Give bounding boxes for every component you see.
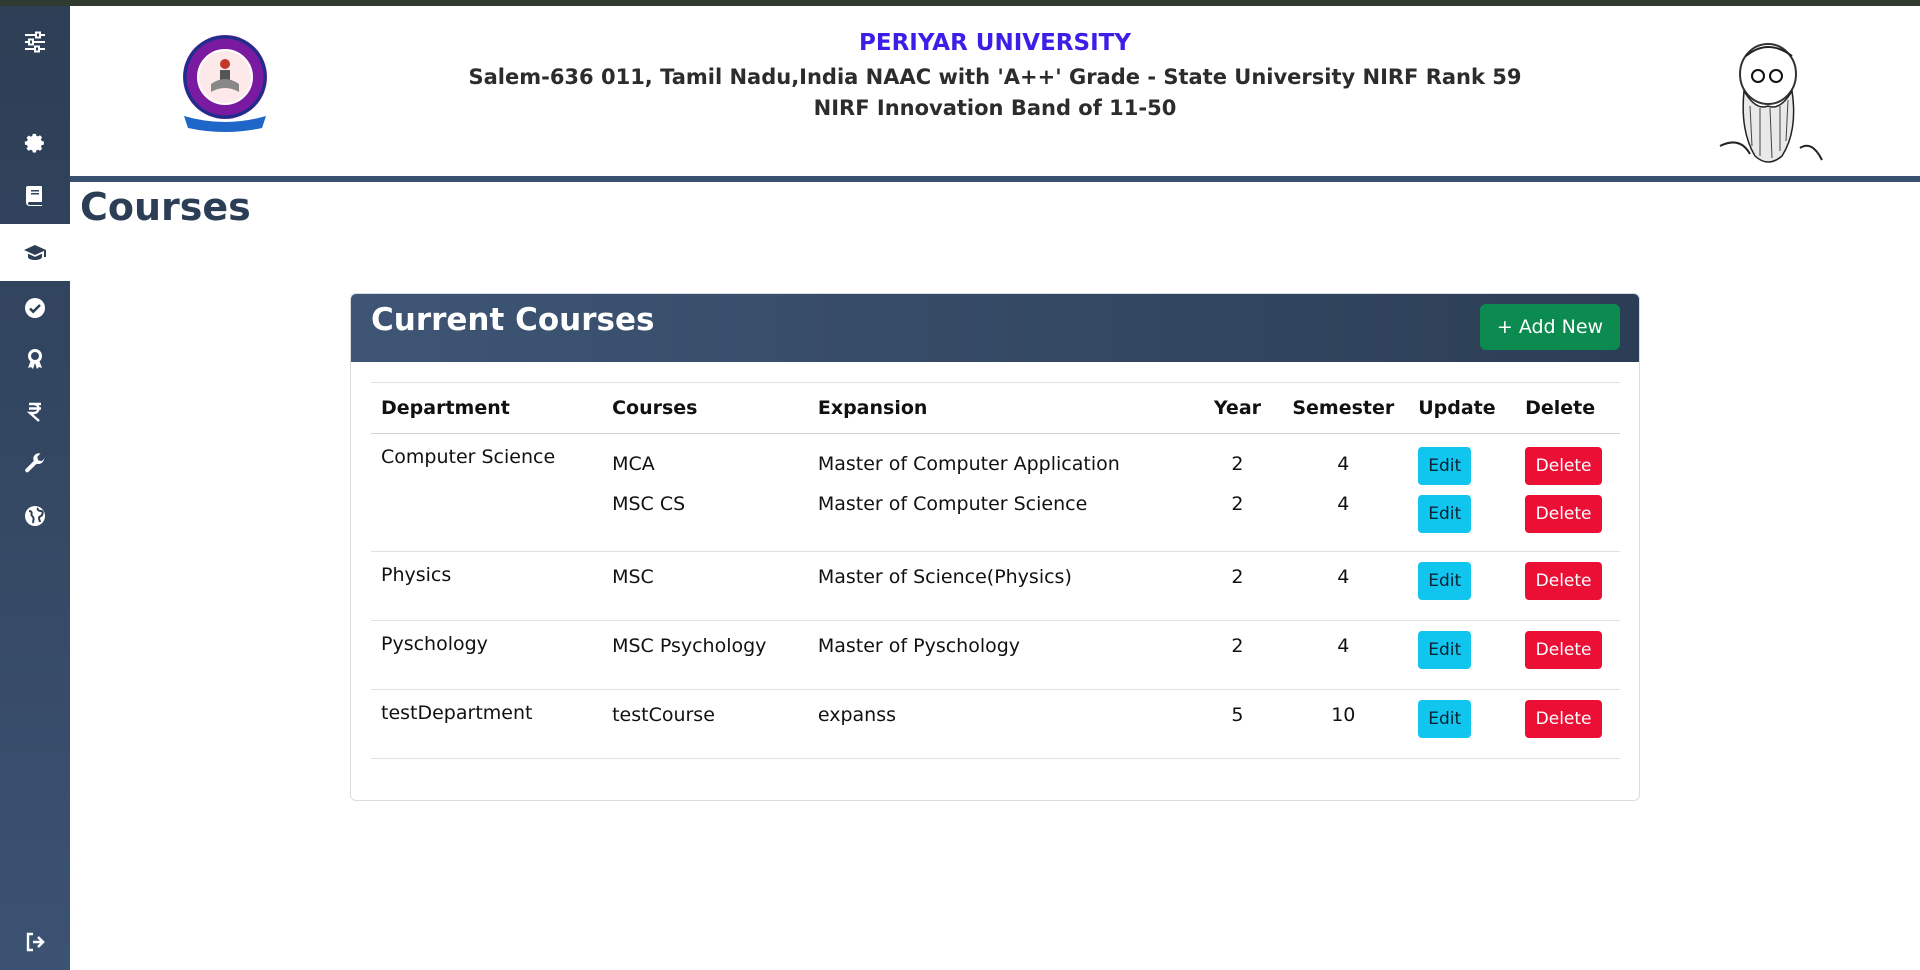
- courses-table: Department Courses Expansion Year Semest…: [371, 382, 1620, 759]
- delete-button[interactable]: Delete: [1525, 495, 1603, 533]
- course-code: MSC CS: [612, 493, 686, 515]
- sliders-icon[interactable]: [0, 22, 70, 62]
- course-year: 5: [1196, 689, 1279, 759]
- gear-icon[interactable]: [0, 124, 70, 164]
- semester-cell: 4 4: [1278, 433, 1409, 552]
- course-code: MSC Psychology: [602, 620, 808, 690]
- courses-card: Current Courses + Add New Department Cou…: [350, 293, 1640, 801]
- delete-cell: Delete: [1515, 620, 1620, 690]
- delete-cell: Delete Delete: [1515, 433, 1620, 552]
- department-cell: Pyschology: [371, 620, 603, 690]
- department-cell: Physics: [371, 551, 603, 621]
- update-cell: Edit: [1408, 551, 1516, 621]
- course-semester: 10: [1278, 689, 1409, 759]
- course-expansion: Master of Computer Application: [817, 453, 1120, 475]
- update-cell: Edit: [1408, 620, 1516, 690]
- course-expansion: expanss: [807, 689, 1197, 759]
- rupee-icon[interactable]: [0, 392, 70, 432]
- header-year: Year: [1196, 382, 1279, 434]
- course-year: 2: [1231, 453, 1244, 475]
- course-expansion: Master of Science(Physics): [807, 551, 1197, 621]
- expansion-cell: Master of Computer Application Master of…: [807, 433, 1197, 552]
- edit-button[interactable]: Edit: [1418, 447, 1472, 485]
- card-title: Current Courses: [371, 302, 655, 338]
- delete-button[interactable]: Delete: [1525, 562, 1603, 600]
- header-department: Department: [371, 382, 603, 434]
- university-ranking: NIRF Innovation Band of 11-50: [813, 96, 1177, 120]
- course-year: 2: [1196, 551, 1279, 621]
- course-semester: 4: [1278, 620, 1409, 690]
- edit-button[interactable]: Edit: [1418, 562, 1472, 600]
- course-semester: 4: [1278, 551, 1409, 621]
- delete-button[interactable]: Delete: [1525, 700, 1603, 738]
- edit-button[interactable]: Edit: [1418, 700, 1472, 738]
- wrench-icon[interactable]: [0, 444, 70, 484]
- page-title: Courses: [80, 185, 251, 229]
- course-code: MSC: [602, 551, 808, 621]
- update-cell: Edit: [1408, 689, 1516, 759]
- table-row: Physics MSC Master of Science(Physics) 2…: [371, 551, 1620, 621]
- course-code: testCourse: [602, 689, 808, 759]
- card-header: Current Courses + Add New: [351, 294, 1639, 362]
- course-year: 2: [1196, 620, 1279, 690]
- delete-button[interactable]: Delete: [1525, 447, 1603, 485]
- book-icon[interactable]: [0, 176, 70, 216]
- course-expansion: Master of Pyschology: [807, 620, 1197, 690]
- founder-portrait: [1710, 36, 1825, 170]
- header-semester: Semester: [1278, 382, 1409, 434]
- table-row: testDepartment testCourse expanss 5 10 E…: [371, 689, 1620, 759]
- check-circle-icon[interactable]: [0, 288, 70, 328]
- university-name: PERIYAR UNIVERSITY: [859, 30, 1131, 56]
- courses-cell: MCA MSC CS: [602, 433, 808, 552]
- award-ribbon-icon[interactable]: [0, 340, 70, 380]
- delete-button[interactable]: Delete: [1525, 631, 1603, 669]
- globe-icon[interactable]: [0, 496, 70, 536]
- table-row: Computer Science MCA MSC CS Master of Co…: [371, 433, 1620, 552]
- course-semester: 4: [1337, 493, 1350, 515]
- page-header: PERIYAR UNIVERSITY Salem-636 011, Tamil …: [70, 6, 1920, 182]
- table-row: Pyschology MSC Psychology Master of Pysc…: [371, 620, 1620, 690]
- sign-out-icon[interactable]: [0, 922, 70, 962]
- edit-button[interactable]: Edit: [1418, 495, 1472, 533]
- course-expansion: Master of Computer Science: [817, 493, 1088, 515]
- sidebar: [0, 6, 70, 970]
- delete-cell: Delete: [1515, 689, 1620, 759]
- header-expansion: Expansion: [807, 382, 1197, 434]
- header-delete: Delete: [1515, 382, 1620, 434]
- course-year: 2: [1231, 493, 1244, 515]
- university-address: Salem-636 011, Tamil Nadu,India NAAC wit…: [468, 65, 1522, 89]
- department-cell: testDepartment: [371, 689, 603, 759]
- course-semester: 4: [1337, 453, 1350, 475]
- delete-cell: Delete: [1515, 551, 1620, 621]
- year-cell: 2 2: [1196, 433, 1279, 552]
- course-code: MCA: [612, 453, 655, 475]
- edit-button[interactable]: Edit: [1418, 631, 1472, 669]
- table-header-row: Department Courses Expansion Year Semest…: [371, 382, 1620, 434]
- header-update: Update: [1408, 382, 1516, 434]
- header-courses: Courses: [602, 382, 808, 434]
- department-cell: Computer Science: [371, 433, 603, 552]
- update-cell: Edit Edit: [1408, 433, 1516, 552]
- add-new-button[interactable]: + Add New: [1480, 304, 1620, 350]
- graduation-cap-icon[interactable]: [0, 224, 70, 281]
